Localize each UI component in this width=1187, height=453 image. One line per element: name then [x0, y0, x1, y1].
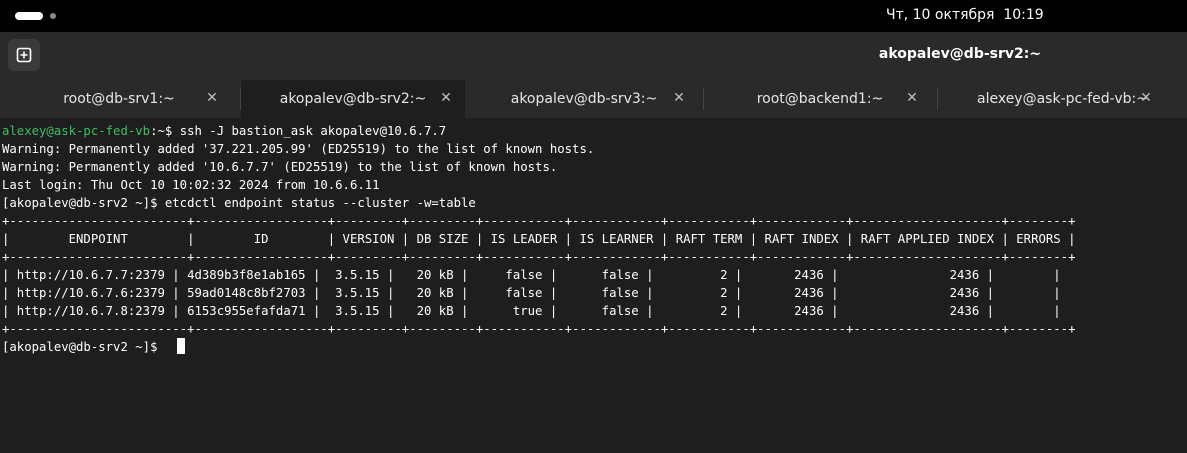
tab-alexey-ask-pc-fed-vb[interactable]: alexey@ask-pc-fed-vb:~ ✕: [938, 80, 1187, 118]
tab-akopalev-db-srv2[interactable]: akopalev@db-srv2:~ ✕: [241, 80, 465, 118]
terminal-line: Warning: Permanently added '10.6.7.7' (E…: [2, 160, 558, 174]
tab-label: akopalev@db-srv3:~: [510, 91, 658, 107]
terminal-line: Warning: Permanently added '37.221.205.9…: [2, 142, 595, 156]
table-border: +------------------------+--------------…: [2, 322, 1076, 336]
new-tab-button[interactable]: [8, 39, 40, 71]
window-title: akopalev@db-srv2:~: [878, 46, 1042, 62]
tab-root-backend1[interactable]: root@backend1:~ ✕: [704, 80, 936, 118]
close-icon[interactable]: ✕: [1138, 90, 1154, 106]
close-icon[interactable]: ✕: [671, 90, 687, 106]
table-header-row: | ENDPOINT | ID | VERSION | DB SIZE | IS…: [2, 232, 1076, 246]
terminal-header-bar: akopalev@db-srv2:~: [0, 32, 1187, 80]
table-row: | http://10.6.7.6:2379 | 59ad0148c8bf270…: [2, 286, 1061, 300]
terminal-line: alexey@ask-pc-fed-vb:~$ ssh -J bastion_a…: [2, 122, 446, 140]
table-row: | http://10.6.7.8:2379 | 6153c955efafda7…: [2, 304, 1061, 318]
plus-square-icon: [16, 47, 32, 63]
tab-label: akopalev@db-srv2:~: [279, 91, 427, 107]
system-top-bar: Чт, 10 октября 10:19: [0, 0, 1187, 32]
close-icon[interactable]: ✕: [204, 90, 220, 106]
table-border: +------------------------+--------------…: [2, 250, 1076, 264]
workspace-dot[interactable]: [50, 13, 56, 19]
activities-indicator[interactable]: [15, 12, 43, 20]
text-cursor: [177, 338, 185, 354]
close-icon[interactable]: ✕: [438, 90, 454, 106]
terminal-line: Last login: Thu Oct 10 10:02:32 2024 fro…: [2, 178, 380, 192]
terminal-output[interactable]: alexey@ask-pc-fed-vb:~$ ssh -J bastion_a…: [0, 118, 1187, 453]
tab-root-db-srv1[interactable]: root@db-srv1:~ ✕: [0, 80, 238, 118]
terminal-line: [akopalev@db-srv2 ~]$ etcdctl endpoint s…: [2, 196, 476, 210]
table-border: +------------------------+--------------…: [2, 214, 1076, 228]
prompt-user: alexey@ask-pc-fed-vb: [2, 124, 151, 138]
table-row: | http://10.6.7.7:2379 | 4d389b3f8e1ab16…: [2, 268, 1061, 282]
tab-label: root@db-srv1:~: [63, 91, 175, 107]
terminal-prompt: [akopalev@db-srv2 ~]$: [2, 340, 165, 354]
tab-label: root@backend1:~: [756, 91, 884, 107]
tab-label: alexey@ask-pc-fed-vb:~: [977, 91, 1148, 107]
clock[interactable]: Чт, 10 октября 10:19: [886, 7, 1044, 23]
tab-akopalev-db-srv3[interactable]: akopalev@db-srv3:~ ✕: [466, 80, 702, 118]
tab-bar: root@db-srv1:~ ✕ akopalev@db-srv2:~ ✕ ak…: [0, 80, 1187, 118]
prompt-command: :~$ ssh -J bastion_ask akopalev@10.6.7.7: [150, 124, 447, 138]
close-icon[interactable]: ✕: [904, 90, 920, 106]
